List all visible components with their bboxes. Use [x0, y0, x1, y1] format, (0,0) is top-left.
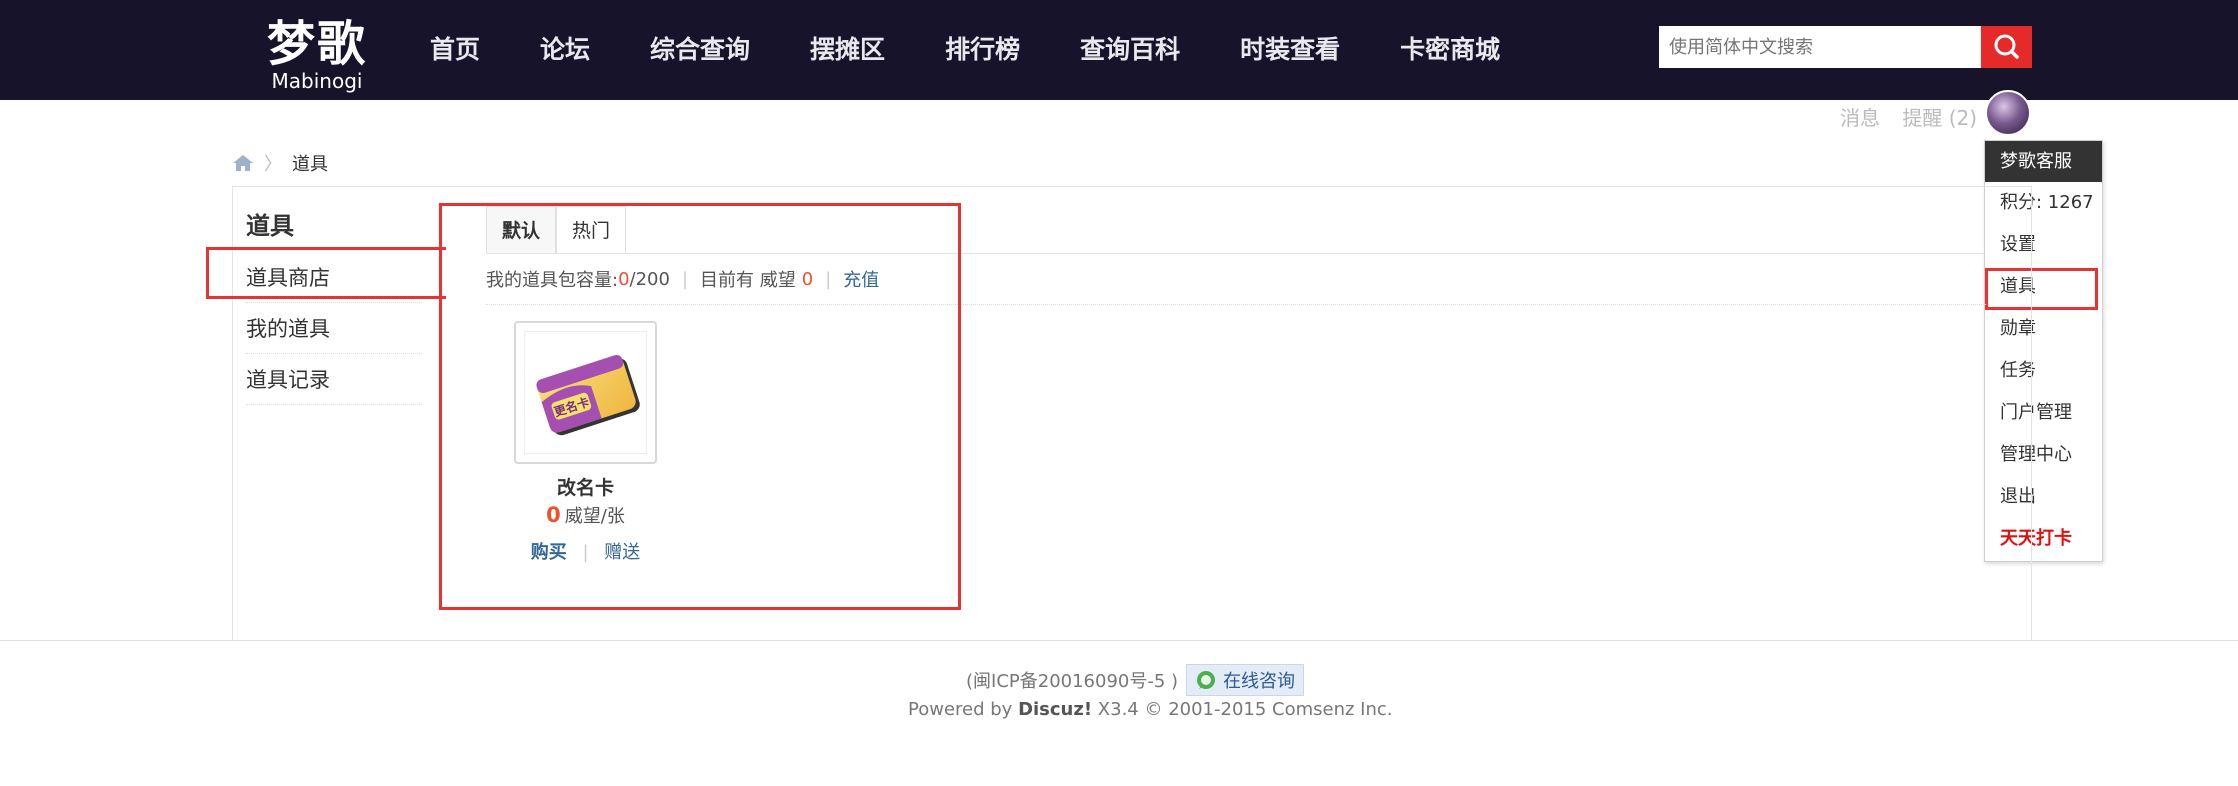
footer-divider [0, 640, 2238, 641]
main-nav: 首页 论坛 综合查询 摆摊区 排行榜 查询百科 时装查看 卡密商城 [400, 0, 1530, 100]
nav-card-shop[interactable]: 卡密商城 [1370, 0, 1530, 100]
nav-ranking[interactable]: 排行榜 [915, 0, 1050, 100]
breadcrumb-separator: 〉 [264, 154, 282, 175]
powered-brand[interactable]: Discuz! [1018, 699, 1092, 720]
powered-suffix: X3.4 © 2001-2015 Comsenz Inc. [1097, 699, 1393, 720]
search-box [1659, 26, 2032, 68]
nav-fashion[interactable]: 时装查看 [1210, 0, 1370, 100]
nav-stall[interactable]: 摆摊区 [780, 0, 915, 100]
footer-powered: Powered by Discuz! X3.4 © 2001-2015 Coms… [908, 699, 1393, 720]
search-input[interactable] [1659, 26, 1981, 68]
messages-link[interactable]: 消息 [1840, 106, 1880, 130]
highlight-box-prop-shop [206, 247, 446, 299]
online-consult-button[interactable]: 在线咨询 [1186, 664, 1305, 696]
nav-wiki[interactable]: 查询百科 [1050, 0, 1210, 100]
user-notifications: 消息 提醒 (2) [1840, 102, 1993, 131]
home-icon[interactable] [232, 154, 254, 172]
online-consult-label: 在线咨询 [1223, 671, 1296, 692]
powered-prefix: Powered by [908, 699, 1013, 720]
sidebar-item-my-props[interactable]: 我的道具 [246, 304, 422, 354]
highlight-box-content [439, 203, 961, 610]
logo-text-en: Mabinogi [271, 69, 363, 93]
chat-icon [1197, 671, 1216, 689]
footer-icp-line: (闽ICP备20016090号-5 ) 在线咨询 [966, 664, 1305, 696]
breadcrumb-current: 道具 [292, 154, 328, 175]
nav-forum[interactable]: 论坛 [510, 0, 620, 100]
avatar[interactable] [1985, 90, 2031, 136]
site-logo[interactable]: 梦歌 Mabinogi [262, 18, 372, 98]
search-icon [1994, 34, 2019, 59]
sidebar-item-prop-log[interactable]: 道具记录 [246, 355, 422, 405]
search-button[interactable] [1981, 26, 2032, 68]
nav-query[interactable]: 综合查询 [620, 0, 780, 100]
icp-text[interactable]: (闽ICP备20016090号-5 ) [966, 667, 1178, 693]
user-name[interactable]: 梦歌客服 [1985, 141, 2102, 182]
top-nav-bar: 梦歌 Mabinogi 首页 论坛 综合查询 摆摊区 排行榜 查询百科 时装查看… [0, 0, 2238, 100]
sidebar-title: 道具 [246, 212, 294, 240]
breadcrumb: 〉 道具 [232, 150, 328, 176]
reminders-link[interactable]: 提醒 (2) [1902, 106, 1977, 130]
nav-home[interactable]: 首页 [400, 0, 510, 100]
logo-text-cn: 梦歌 [266, 16, 367, 72]
